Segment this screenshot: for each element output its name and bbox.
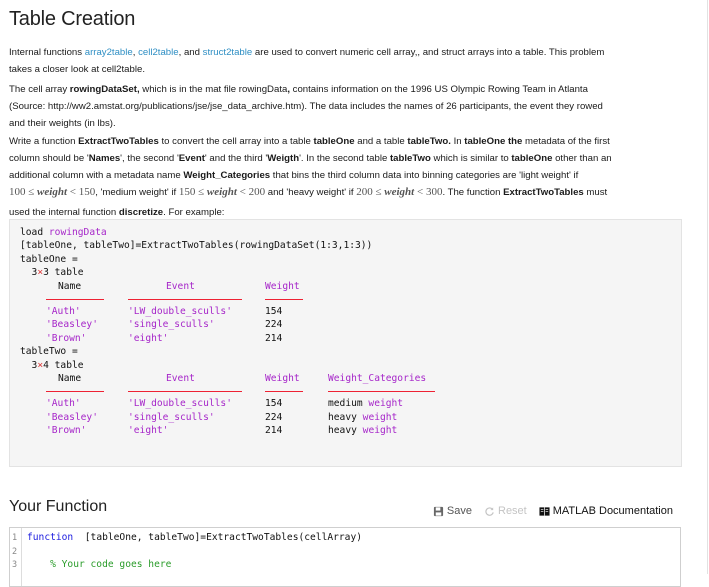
example-line-load: load rowingData xyxy=(20,227,107,238)
weight-category-cell: heavy weight xyxy=(328,425,398,437)
save-button[interactable]: Save xyxy=(433,505,472,517)
event-cell: 'single_sculls' xyxy=(128,319,215,331)
book-icon xyxy=(539,506,550,517)
name-cell: 'Auth' xyxy=(46,398,81,410)
event-cell: 'eight' xyxy=(128,425,169,437)
name-cell: 'Brown' xyxy=(46,425,87,437)
column-header: Event xyxy=(166,372,195,384)
event-cell: 'LW_double_sculls' xyxy=(128,305,232,317)
column-header: Weight_Categories xyxy=(328,372,427,384)
intro-paragraph-3: Write a function ExtractTwoTables to con… xyxy=(9,136,612,218)
table-row: 'Beasley' 'single_sculls' 224 heavy weight xyxy=(20,411,681,424)
column-header: Event xyxy=(166,280,195,292)
weight-category-cell: heavy weight xyxy=(328,411,398,423)
link-struct2table[interactable]: struct2table xyxy=(203,47,253,58)
header-underline xyxy=(128,298,242,300)
weight-cell: 214 xyxy=(265,425,283,437)
table-underline-row xyxy=(20,385,681,397)
tableone-size: 3×3 table xyxy=(20,267,84,279)
table-row: 'Auth' 'LW_double_sculls' 154 medium weight xyxy=(20,397,681,410)
your-function-title: Your Function xyxy=(9,498,108,515)
example-code-block: load rowingData [tableOne, tableTwo]=Extr… xyxy=(9,219,682,467)
code-editor[interactable]: 1 2 3 function [tableOne, tableTwo]=Extr… xyxy=(9,527,681,587)
header-underline xyxy=(46,391,104,393)
math-heavy-range: 200 ≤ weight < 300 xyxy=(356,186,443,198)
name-cell: 'Beasley' xyxy=(46,411,98,423)
name-cell: 'Auth' xyxy=(46,305,81,317)
floppy-disk-icon xyxy=(433,506,444,517)
table-header-row: Name Event Weight Weight_Categories xyxy=(20,372,681,385)
header-underline xyxy=(128,391,242,393)
event-cell: 'single_sculls' xyxy=(128,411,215,423)
table-row: 'Brown' 'eight' 214 xyxy=(20,332,681,345)
line-number: 3 xyxy=(12,560,18,570)
tableone-display: Name Event Weight 'Auth' 'LW_double_sculls' 1… xyxy=(20,280,681,346)
link-cell2table[interactable]: cell2table xyxy=(138,47,179,58)
column-header: Name xyxy=(58,280,82,292)
intro-paragraph-1: Internal functions array2table, cell2tab… xyxy=(9,47,605,75)
column-header: Name xyxy=(58,372,82,384)
weight-cell: 154 xyxy=(265,398,283,410)
weight-cell: 214 xyxy=(265,332,283,344)
table-header-row: Name Event Weight xyxy=(20,280,681,293)
line-number: 2 xyxy=(12,547,18,557)
table-row: 'Brown' 'eight' 214 heavy weight xyxy=(20,424,681,437)
page-title: Table Creation xyxy=(9,8,136,30)
page-scroll-edge xyxy=(707,0,708,574)
link-array2table[interactable]: array2table xyxy=(85,47,133,58)
tabletwo-assign: tableTwo = xyxy=(20,346,78,358)
refresh-icon xyxy=(484,506,495,517)
tabletwo-size: 3×4 table xyxy=(20,359,84,371)
event-cell: 'eight' xyxy=(128,332,169,344)
line-number: 1 xyxy=(12,533,18,543)
weight-category-cell: medium weight xyxy=(328,398,404,410)
table-row: 'Beasley' 'single_sculls' 224 xyxy=(20,318,681,331)
event-cell: 'LW_double_sculls' xyxy=(128,398,232,410)
table-underline-row xyxy=(20,293,681,305)
editor-toolbar: Save Reset MATLAB Documentation xyxy=(433,505,673,517)
tabletwo-display: Name Event Weight Weight_Categories 'Auth' 'L… xyxy=(20,372,681,438)
header-underline xyxy=(265,391,303,393)
tableone-assign: tableOne = xyxy=(20,253,78,265)
header-underline xyxy=(265,298,303,300)
code-line-1[interactable]: function [tableOne, tableTwo]=ExtractTwo… xyxy=(27,532,362,543)
reset-button[interactable]: Reset xyxy=(484,505,527,517)
matlab-documentation-link[interactable]: MATLAB Documentation xyxy=(539,505,673,517)
code-line-3-comment[interactable]: % Your code goes here xyxy=(27,559,171,570)
header-underline xyxy=(46,298,104,300)
table-row: 'Auth' 'LW_double_sculls' 154 xyxy=(20,305,681,318)
header-underline xyxy=(328,391,435,393)
weight-cell: 224 xyxy=(265,411,283,423)
intro-paragraph-2: The cell array rowingDataSet, which is i… xyxy=(9,84,603,129)
example-line-call: [tableOne, tableTwo]=ExtractTwoTables(ro… xyxy=(20,240,373,252)
math-medium-range: 150 ≤ weight < 200 xyxy=(178,186,266,198)
column-header: Weight xyxy=(265,372,300,384)
column-header: Weight xyxy=(265,280,300,292)
name-cell: 'Beasley' xyxy=(46,319,98,331)
line-number-gutter: 1 2 3 xyxy=(10,528,22,586)
name-cell: 'Brown' xyxy=(46,332,87,344)
weight-cell: 154 xyxy=(265,305,283,317)
math-light-range: 100 ≤ weight < 150 xyxy=(9,186,96,198)
weight-cell: 224 xyxy=(265,319,283,331)
